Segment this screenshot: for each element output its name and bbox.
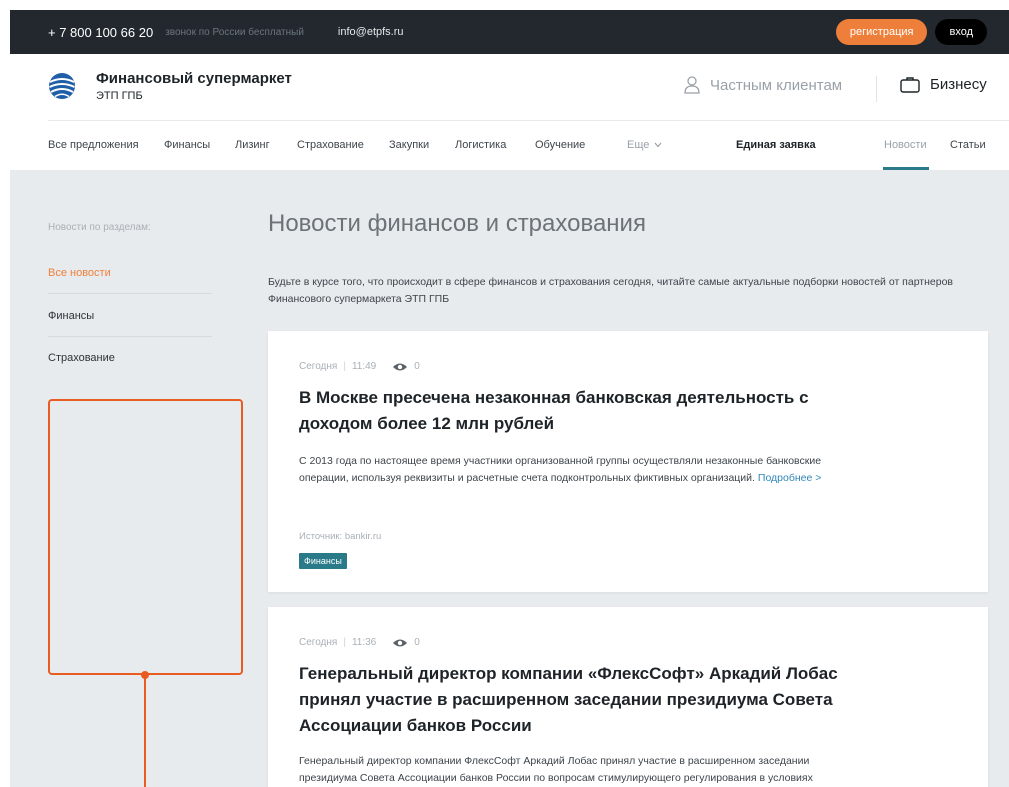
- phone-note: звонок по России бесплатный: [165, 26, 304, 38]
- nav-more-label: Еще: [627, 139, 650, 151]
- nav-education[interactable]: Обучение: [535, 139, 585, 151]
- news-date: Сегодня: [299, 637, 338, 648]
- nav-procurement[interactable]: Закупки: [389, 139, 429, 151]
- user-icon: [684, 76, 700, 94]
- login-button[interactable]: вход: [935, 19, 987, 45]
- nav-news[interactable]: Новости: [884, 139, 927, 151]
- sidebar-item-insurance[interactable]: Страхование: [48, 352, 115, 364]
- register-button[interactable]: регистрация: [835, 19, 928, 45]
- private-clients-label: Частным клиентам: [710, 76, 843, 94]
- header: Финансовый супермаркет ЭТП ГПБ Частным к…: [10, 54, 1009, 170]
- news-text: С 2013 года по настоящее время участники…: [299, 453, 839, 487]
- nav-more[interactable]: Еще: [627, 139, 662, 151]
- news-card[interactable]: Сегодня | 11:49 0 В Москве пресечена нез…: [268, 331, 988, 592]
- nav-insurance[interactable]: Страхование: [297, 139, 364, 151]
- brand-name[interactable]: Финансовый супермаркет: [96, 70, 292, 87]
- page-description: Будьте в курсе того, что происходит в сф…: [268, 276, 954, 305]
- sidebar-divider: [48, 293, 212, 294]
- nav-leasing[interactable]: Лизинг: [235, 139, 270, 151]
- news-time: 11:36: [351, 637, 377, 648]
- private-clients-link[interactable]: Частным клиентам: [684, 76, 842, 94]
- nav-finance[interactable]: Финансы: [164, 139, 210, 151]
- nav-active-underline: [883, 167, 929, 170]
- news-title[interactable]: Генеральный директор компании «ФлексСофт…: [299, 661, 839, 739]
- main-nav: Все предложения Финансы Лизинг Страхован…: [48, 121, 1009, 170]
- read-more-link[interactable]: Подробнее >: [758, 472, 822, 484]
- business-link[interactable]: Бизнесу: [900, 76, 987, 93]
- news-meta: Сегодня | 11:49 0: [299, 361, 420, 372]
- nav-logistics[interactable]: Логистика: [455, 139, 506, 151]
- nav-all-offers[interactable]: Все предложения: [48, 139, 139, 151]
- callout-line: [144, 678, 146, 787]
- news-text: Генеральный директор компании ФлексСофт …: [299, 755, 813, 784]
- business-label: Бизнесу: [930, 76, 987, 93]
- sidebar-divider: [48, 336, 212, 337]
- news-views: 0: [414, 637, 420, 648]
- briefcase-icon: [900, 77, 920, 93]
- sidebar-item-all-news[interactable]: Все новости: [48, 267, 111, 279]
- eye-icon: [393, 363, 408, 370]
- top-bar: + 7 800 100 66 20 звонок по России беспл…: [10, 10, 1009, 54]
- news-source: Источник: bankir.ru: [299, 531, 382, 542]
- news-date: Сегодня: [299, 361, 338, 372]
- eye-icon: [393, 639, 408, 646]
- globe-logo-icon[interactable]: [48, 72, 76, 100]
- news-card[interactable]: Сегодня | 11:36 0 Генеральный директор к…: [268, 607, 988, 787]
- news-views: 0: [414, 361, 420, 372]
- news-meta: Сегодня | 11:36 0: [299, 637, 420, 648]
- page-frame: + 7 800 100 66 20 звонок по России беспл…: [10, 10, 1009, 787]
- sidebar-title: Новости по разделам:: [48, 222, 151, 233]
- nav-unified-request[interactable]: Единая заявка: [736, 139, 816, 151]
- highlighted-banner-area: [48, 399, 243, 675]
- page-title: Новости финансов и страхования: [268, 210, 646, 237]
- nav-articles[interactable]: Статьи: [950, 139, 986, 151]
- brand-subtitle: ЭТП ГПБ: [96, 90, 143, 102]
- meta-separator: |: [343, 637, 346, 648]
- news-time: 11:49: [351, 361, 377, 372]
- email-link[interactable]: info@etpfs.ru: [338, 26, 404, 38]
- sidebar-item-finance[interactable]: Финансы: [48, 310, 94, 322]
- news-text-body: С 2013 года по настоящее время участники…: [299, 455, 822, 484]
- segment-divider: [876, 76, 877, 102]
- meta-separator: |: [343, 361, 346, 372]
- news-title[interactable]: В Москве пресечена незаконная банковская…: [299, 385, 839, 437]
- phone-number[interactable]: + 7 800 100 66 20: [48, 25, 153, 40]
- chevron-down-icon: [654, 142, 662, 148]
- news-tag[interactable]: Финансы: [299, 553, 347, 569]
